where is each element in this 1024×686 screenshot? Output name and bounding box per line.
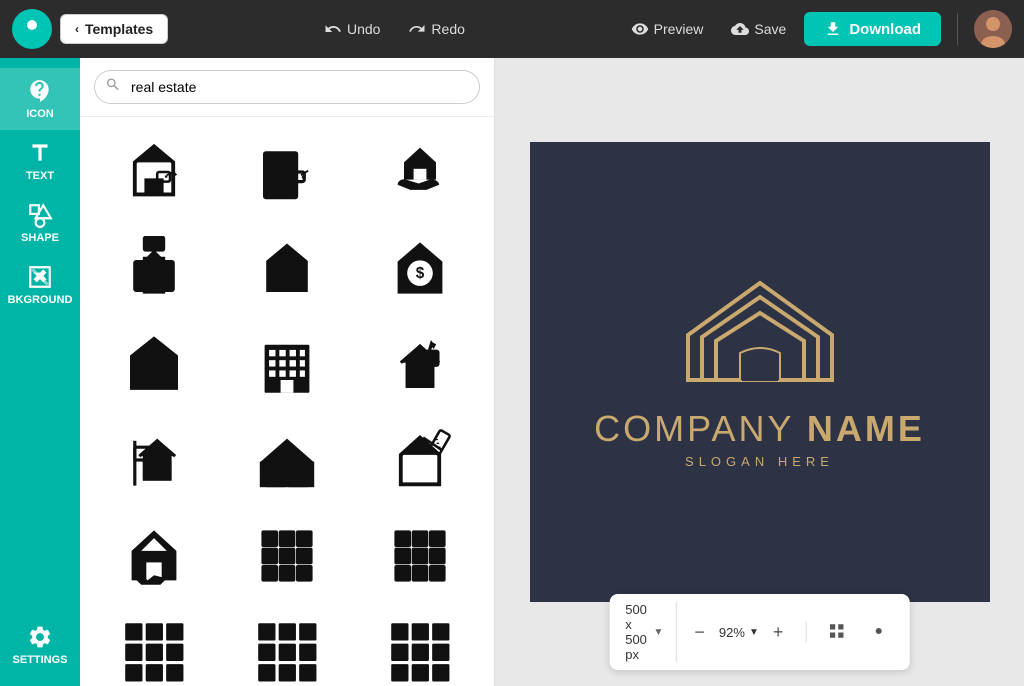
icon-grid-building-4[interactable]: [223, 607, 350, 686]
download-button[interactable]: Download: [804, 12, 941, 46]
user-avatar[interactable]: [974, 10, 1012, 48]
icon-grid-building-5[interactable]: [357, 607, 484, 686]
sidebar-item-shape[interactable]: SHAPE: [0, 192, 80, 254]
canvas-container[interactable]: COMPANY NAME SLOGAN HERE: [530, 142, 990, 602]
toolbar-divider: [957, 13, 958, 45]
icon-grid-building-3[interactable]: [90, 607, 217, 686]
zoom-value[interactable]: 92% ▼: [719, 625, 759, 640]
icon-house-forsale[interactable]: [357, 319, 484, 409]
company-name-light: COMPANY: [594, 408, 807, 449]
icon-hand-house[interactable]: [357, 127, 484, 217]
toolbar: ‹ Templates Undo Redo Preview Save Downl…: [0, 0, 1024, 58]
search-wrapper: [94, 70, 480, 104]
icon-grid: $ $: [80, 117, 494, 686]
canvas-area: COMPANY NAME SLOGAN HERE 500 x 500 px ▼ …: [495, 58, 1024, 686]
icon-grid-building-1[interactable]: [223, 511, 350, 601]
sidebar-item-text[interactable]: TEXT: [0, 130, 80, 192]
undo-icon: [324, 20, 342, 38]
icon-price-tag-house[interactable]: [223, 223, 350, 313]
sidebar-shape-label: SHAPE: [21, 232, 59, 244]
background-tab-icon: [27, 264, 53, 290]
svg-text:$: $: [150, 365, 157, 377]
icon-grid-building-2[interactable]: [357, 511, 484, 601]
company-name: COMPANY NAME: [594, 408, 925, 450]
slogan-text: SLOGAN HERE: [594, 454, 925, 469]
redo-button[interactable]: Redo: [398, 14, 474, 44]
templates-label: Templates: [85, 21, 153, 37]
text-tab-icon: [27, 140, 53, 166]
icon-house-coin[interactable]: $: [90, 319, 217, 409]
icon-office-building[interactable]: [223, 319, 350, 409]
shape-tab-icon: [27, 202, 53, 228]
icon-house-hand-up[interactable]: [90, 511, 217, 601]
redo-icon: [408, 20, 426, 38]
size-selector[interactable]: 500 x 500 px ▼: [625, 602, 676, 662]
sidebar-item-background[interactable]: BKGROUND: [0, 254, 80, 316]
undo-button[interactable]: Undo: [314, 14, 390, 44]
sidebar-text-label: TEXT: [26, 170, 54, 182]
icon-house-sign[interactable]: [90, 223, 217, 313]
save-icon: [731, 20, 749, 38]
icon-house-signpost[interactable]: [90, 415, 217, 505]
undo-label: Undo: [347, 21, 380, 37]
preview-icon: [631, 20, 649, 38]
main-area: ICON TEXT SHAPE: [0, 58, 1024, 686]
bottom-bar: 500 x 500 px ▼ − 92% ▼ +: [609, 594, 910, 670]
brand-icon: [20, 17, 44, 41]
preview-button[interactable]: Preview: [621, 14, 714, 44]
sidebar-icon-label: ICON: [26, 108, 54, 120]
icon-warehouse[interactable]: [223, 415, 350, 505]
svg-text:$: $: [416, 265, 425, 282]
settings-tab-icon: [27, 624, 53, 650]
align-icon: [870, 622, 888, 640]
redo-label: Redo: [431, 21, 464, 37]
grid-view-button[interactable]: [822, 620, 852, 645]
icon-panel: $ $: [80, 58, 495, 686]
icon-tab-icon: [27, 78, 53, 104]
align-button[interactable]: [864, 620, 894, 645]
left-sidebar: ICON TEXT SHAPE: [0, 58, 80, 686]
zoom-controls: − 92% ▼ +: [688, 620, 789, 645]
sidebar-settings-label: SETTINGS: [12, 654, 67, 666]
preview-label: Preview: [654, 21, 704, 37]
sidebar-item-icon[interactable]: ICON: [0, 68, 80, 130]
grid-icon: [828, 622, 846, 640]
sidebar-background-label: BKGROUND: [8, 294, 73, 306]
download-label: Download: [849, 21, 921, 38]
company-text: COMPANY NAME SLOGAN HERE: [594, 408, 925, 469]
sidebar-bottom-section: SETTINGS: [0, 614, 80, 686]
avatar-icon: [974, 10, 1012, 48]
chevron-down-icon: ▼: [653, 627, 663, 638]
search-bar: [80, 58, 494, 117]
save-button[interactable]: Save: [721, 14, 796, 44]
zoom-out-button[interactable]: −: [688, 620, 711, 645]
logo-house: [680, 275, 840, 390]
search-input[interactable]: [94, 70, 480, 104]
sidebar-item-settings[interactable]: SETTINGS: [0, 614, 80, 676]
search-icon: [105, 77, 121, 98]
logo-house-svg: [680, 275, 840, 385]
zoom-chevron-icon: ▼: [749, 627, 759, 638]
chevron-left-icon: ‹: [75, 22, 79, 36]
logo-button[interactable]: [12, 9, 52, 49]
download-icon: [824, 20, 842, 38]
icon-house-dollar[interactable]: $: [357, 223, 484, 313]
icon-house-tag[interactable]: [90, 127, 217, 217]
size-label: 500 x 500 px: [625, 602, 647, 662]
icon-building-tag[interactable]: [223, 127, 350, 217]
zoom-in-button[interactable]: +: [767, 620, 790, 645]
templates-button[interactable]: ‹ Templates: [60, 14, 168, 44]
save-label: Save: [754, 21, 786, 37]
zoom-level-label: 92%: [719, 625, 745, 640]
icon-house-ruler[interactable]: [357, 415, 484, 505]
company-name-bold: NAME: [807, 408, 925, 449]
